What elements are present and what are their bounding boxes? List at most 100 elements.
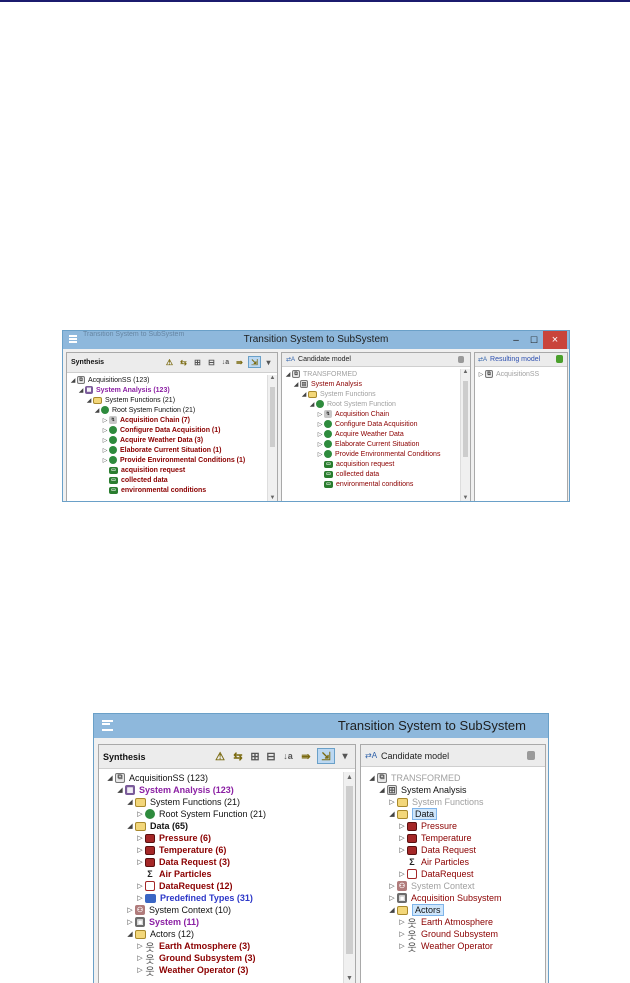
tree-item[interactable]: ◢ System Functions	[282, 389, 470, 399]
expand-arrow-icon[interactable]: ▷	[397, 822, 407, 830]
expand-arrow-icon[interactable]: ▷	[101, 417, 109, 424]
collapse-arrow-icon[interactable]: ◢	[292, 381, 300, 388]
tree-item[interactable]: ◢ System Functions (21)	[99, 796, 355, 808]
lock-icon[interactable]	[458, 356, 464, 363]
tree-item[interactable]: ▷ ↯ Acquisition Chain	[282, 409, 470, 419]
tree-item[interactable]: ◢ Root System Function (21)	[67, 405, 277, 415]
sort-icon[interactable]: ↓a	[281, 748, 295, 764]
vertical-scrollbar[interactable]: ▲ ▼	[267, 375, 277, 501]
tree-item[interactable]: ▷ DataRequest (12)	[99, 880, 355, 892]
lock-icon[interactable]	[527, 751, 535, 760]
expand-all-icon[interactable]: ⊞	[192, 356, 203, 368]
expand-arrow-icon[interactable]: ▷	[316, 411, 324, 418]
tree-item[interactable]: ▷ Root System Function (21)	[99, 808, 355, 820]
tree-item[interactable]: ▭ acquisition request	[67, 465, 277, 475]
expand-arrow-icon[interactable]: ▷	[316, 451, 324, 458]
expand-arrow-icon[interactable]: ▷	[135, 834, 145, 842]
expand-arrow-icon[interactable]: ▷	[135, 882, 145, 890]
expand-arrow-icon[interactable]: ▷	[135, 954, 145, 962]
expand-arrow-icon[interactable]: ▷	[397, 918, 407, 926]
tree-item[interactable]: ▭ environmental conditions	[67, 485, 277, 495]
tree-item[interactable]: ▭ environmental conditions	[282, 479, 470, 489]
maximize-button[interactable]: ☐	[525, 331, 543, 349]
tree-item[interactable]: ▷ ⚇ System Context	[361, 880, 545, 892]
tree-item[interactable]: ◢ ⧉ AcquisitionSS (123)	[67, 375, 277, 385]
expand-arrow-icon[interactable]: ▷	[387, 798, 397, 806]
tree-item[interactable]: ▷ 웃 Weather Operator	[361, 940, 545, 954]
expand-arrow-icon[interactable]: ▷	[101, 447, 109, 454]
close-button[interactable]: ×	[543, 331, 567, 349]
tree-item[interactable]: ◢ ⊞ System Analysis	[282, 379, 470, 389]
collapse-arrow-icon[interactable]: ◢	[387, 810, 397, 818]
collapse-arrow-icon[interactable]: ◢	[387, 906, 397, 914]
tree-item[interactable]: ▷ Configure Data Acquisition	[282, 419, 470, 429]
expand-arrow-icon[interactable]: ▷	[397, 942, 407, 950]
tree-item[interactable]: Ʃ Air Particles	[361, 856, 545, 868]
expand-arrow-icon[interactable]: ▷	[125, 906, 135, 914]
view-menu-icon[interactable]: ▾	[264, 356, 273, 368]
tree-item[interactable]: ◢ System Functions (21)	[67, 395, 277, 405]
tree-item[interactable]: ▷ ↯ Acquisition Chain (7)	[67, 415, 277, 425]
tree-item[interactable]: ▷ 웃 Weather Operator (3)	[99, 964, 355, 978]
sort-icon[interactable]: ↓a	[220, 356, 231, 368]
tree-item[interactable]: ▷ 웃 Earth Atmosphere	[361, 916, 545, 930]
tree-item[interactable]: ▷ Provide Environmental Conditions (1)	[67, 455, 277, 465]
collapse-arrow-icon[interactable]: ◢	[125, 798, 135, 806]
tree-item[interactable]: ◢ ⧉ TRANSFORMED	[361, 772, 545, 784]
tree-item[interactable]: ▷ 웃 Ground Subsystem (3)	[99, 952, 355, 966]
validate-icon[interactable]: ⚠	[164, 356, 175, 368]
tree-item[interactable]: ▷ 웃 Ground Subsystem	[361, 928, 545, 942]
collapse-arrow-icon[interactable]: ◢	[300, 391, 308, 398]
tree-item[interactable]: ▭ acquisition request	[282, 459, 470, 469]
collapse-all-icon[interactable]: ⊟	[265, 748, 277, 764]
expand-arrow-icon[interactable]: ▷	[477, 371, 485, 378]
link-icon[interactable]: ⇲	[317, 748, 335, 764]
scroll-up-icon[interactable]: ▲	[268, 375, 277, 381]
sync-icon[interactable]: ⇆	[231, 748, 245, 764]
tree-item[interactable]: ▷ Provide Environmental Conditions	[282, 449, 470, 459]
filter-icon[interactable]: ⇛	[234, 356, 245, 368]
tree-item[interactable]: ◢ ⧉ AcquisitionSS (123)	[99, 772, 355, 784]
expand-arrow-icon[interactable]: ▷	[397, 930, 407, 938]
tree-item[interactable]: ▷ ▣ Acquisition Subsystem	[361, 892, 545, 904]
collapse-arrow-icon[interactable]: ◢	[105, 774, 115, 782]
expand-arrow-icon[interactable]: ▷	[387, 894, 397, 902]
expand-arrow-icon[interactable]: ▷	[101, 437, 109, 444]
expand-arrow-icon[interactable]: ▷	[135, 810, 145, 818]
expand-arrow-icon[interactable]: ▷	[101, 427, 109, 434]
expand-arrow-icon[interactable]: ▷	[397, 834, 407, 842]
scroll-down-icon[interactable]: ▼	[344, 975, 355, 982]
validate-icon[interactable]: ⚠	[213, 748, 227, 764]
collapse-arrow-icon[interactable]: ◢	[77, 387, 85, 394]
collapse-arrow-icon[interactable]: ◢	[69, 377, 77, 384]
tree-item[interactable]: ▭ collected data	[282, 469, 470, 479]
collapse-arrow-icon[interactable]: ◢	[377, 786, 387, 794]
scroll-up-icon[interactable]: ▲	[344, 774, 355, 781]
collapse-arrow-icon[interactable]: ◢	[125, 930, 135, 938]
expand-arrow-icon[interactable]: ▷	[135, 966, 145, 974]
sync-icon[interactable]: ⇆	[178, 356, 189, 368]
scroll-thumb[interactable]	[346, 786, 353, 954]
expand-arrow-icon[interactable]: ▷	[316, 441, 324, 448]
collapse-arrow-icon[interactable]: ◢	[125, 822, 135, 830]
tree-item[interactable]: ▷ Data Request (3)	[99, 856, 355, 868]
expand-arrow-icon[interactable]: ▷	[101, 457, 109, 464]
collapse-arrow-icon[interactable]: ◢	[115, 786, 125, 794]
tree-item[interactable]: ▷ Predefined Types (31)	[99, 892, 355, 904]
tree-item[interactable]: ▷ ⚇ System Context (10)	[99, 904, 355, 916]
tree-item[interactable]: ▷ 웃 Earth Atmosphere (3)	[99, 940, 355, 954]
collapse-arrow-icon[interactable]: ◢	[367, 774, 377, 782]
collapse-arrow-icon[interactable]: ◢	[284, 371, 292, 378]
expand-arrow-icon[interactable]: ▷	[135, 846, 145, 854]
expand-arrow-icon[interactable]: ▷	[135, 894, 145, 902]
view-menu-icon[interactable]: ▾	[339, 748, 351, 764]
vertical-scrollbar[interactable]: ▲ ▼	[460, 369, 470, 501]
filter-icon[interactable]: ⇛	[299, 748, 313, 764]
expand-arrow-icon[interactable]: ▷	[397, 870, 407, 878]
tree-item[interactable]: ▷ Temperature (6)	[99, 844, 355, 856]
collapse-arrow-icon[interactable]: ◢	[308, 401, 316, 408]
scroll-down-icon[interactable]: ▼	[268, 495, 277, 501]
unlock-icon[interactable]	[556, 355, 563, 363]
tree-item[interactable]: ◢ Data	[361, 808, 545, 820]
scroll-thumb[interactable]	[270, 387, 275, 447]
